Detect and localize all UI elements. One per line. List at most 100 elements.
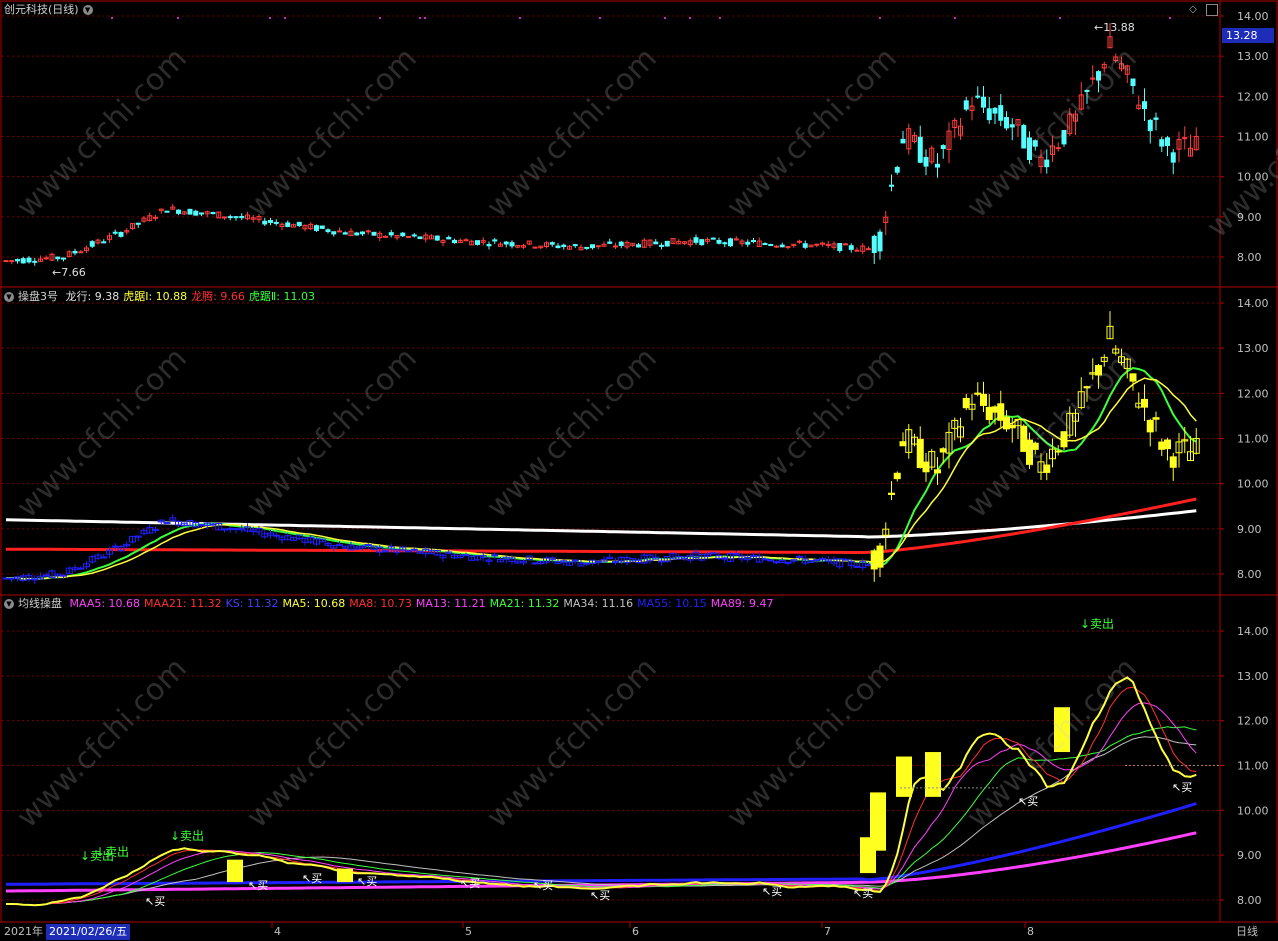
candle (797, 240, 802, 243)
candle (1159, 139, 1165, 147)
candle (1170, 152, 1176, 163)
candle (193, 210, 199, 216)
candle (549, 242, 555, 245)
candle (865, 564, 872, 567)
candle (607, 241, 613, 244)
candle (285, 222, 291, 228)
candle (985, 406, 993, 420)
candle (899, 441, 907, 447)
candle (434, 235, 440, 241)
candle (226, 528, 234, 531)
signal-block (896, 756, 912, 797)
candle (239, 215, 245, 219)
candle (842, 558, 849, 561)
chevron-down-icon[interactable]: ▼ (4, 292, 14, 302)
candle (1141, 398, 1148, 408)
signal-block (925, 752, 941, 797)
candle (26, 257, 32, 263)
candle (111, 545, 119, 548)
buy-signal: ↖买 (460, 877, 480, 890)
candle (871, 235, 877, 253)
axis-label: 13.00 (1237, 50, 1269, 63)
indicator-value: MA89: 9.47 (710, 597, 774, 610)
candle (199, 212, 204, 215)
month-label: 7 (824, 925, 831, 938)
buy-signal: ↖买 (853, 887, 873, 900)
candle (870, 550, 878, 570)
candle (779, 244, 785, 248)
candle (997, 403, 1005, 421)
candle (750, 554, 757, 557)
candle (187, 208, 193, 215)
candle (325, 229, 331, 232)
candle (60, 574, 67, 577)
candle (221, 528, 228, 531)
sell-signal: ↓卖出 (1080, 617, 1114, 631)
candle (974, 392, 982, 395)
cursor-date: 2021/02/26/五 (46, 924, 131, 940)
candle (1096, 71, 1101, 81)
sell-signal: ↓卖出 (95, 845, 129, 859)
chart-area[interactable]: 14.00 13.00 12.00 11.00 10.00 9.00 8.00 14.00 13… (0, 0, 1278, 941)
candle (664, 240, 670, 247)
candle (400, 232, 406, 237)
candle (503, 241, 509, 245)
candle (314, 225, 319, 231)
candle (371, 231, 377, 236)
candle (1152, 417, 1160, 420)
period-label[interactable]: 日线 (1236, 924, 1258, 940)
candle (532, 246, 538, 249)
maximize-icon[interactable] (1206, 4, 1218, 16)
candle (876, 545, 884, 568)
candle (991, 406, 999, 413)
candle (745, 241, 751, 245)
buy-signal: ↖买 (145, 895, 165, 908)
candle (893, 472, 901, 480)
chevron-down-icon[interactable]: ▼ (4, 599, 14, 609)
candle (572, 244, 578, 247)
candle (135, 222, 141, 225)
restore-icon[interactable]: ◇ (1187, 4, 1199, 16)
candle (813, 559, 821, 562)
candle (1044, 159, 1050, 168)
signal-dot (284, 17, 286, 19)
indicator-value: 龙行: 9.38 (65, 290, 120, 303)
candle (222, 216, 227, 219)
panel2-header: ▼ 操盘3号 龙行: 9.38 虎踞Ⅰ: 10.88 龙腾: 9.66 虎踞Ⅱ: 11.… (4, 290, 323, 304)
candle (72, 250, 78, 254)
candle (1054, 450, 1062, 453)
low-price-label: ←7.66 (52, 266, 86, 279)
candle (227, 216, 233, 219)
stock-title: 创元科技(日线) (4, 3, 79, 16)
chevron-down-icon[interactable]: ▼ (82, 5, 93, 15)
kline-chart[interactable]: 14.00 13.00 12.00 11.00 10.00 9.00 8.00 14.00 13… (0, 0, 1278, 941)
candle (998, 105, 1004, 121)
candle (980, 393, 987, 406)
candle (491, 554, 499, 557)
signal-dot (599, 17, 601, 19)
axis-label: 8.00 (1237, 251, 1262, 264)
axis-label: 13.00 (1237, 670, 1269, 683)
signal-dot (954, 17, 956, 19)
candle (785, 246, 791, 249)
candle (20, 258, 26, 264)
candle (100, 556, 108, 559)
candle (1169, 456, 1177, 468)
candle (3, 260, 9, 263)
candle (853, 565, 861, 568)
candle (584, 246, 590, 249)
candle (659, 244, 664, 247)
candle (613, 245, 618, 248)
axis-label: 8.00 (1237, 568, 1262, 581)
buy-signal: ↖买 (302, 872, 322, 885)
indicator-value: MA13: 11.21 (415, 597, 486, 610)
axis-label: 14.00 (1237, 10, 1269, 23)
candle (837, 242, 843, 252)
candle (61, 257, 66, 260)
candle (981, 96, 986, 108)
candle (796, 555, 803, 558)
candle (877, 231, 883, 252)
candle (1165, 137, 1170, 147)
candle (939, 448, 947, 453)
candle (176, 209, 181, 214)
